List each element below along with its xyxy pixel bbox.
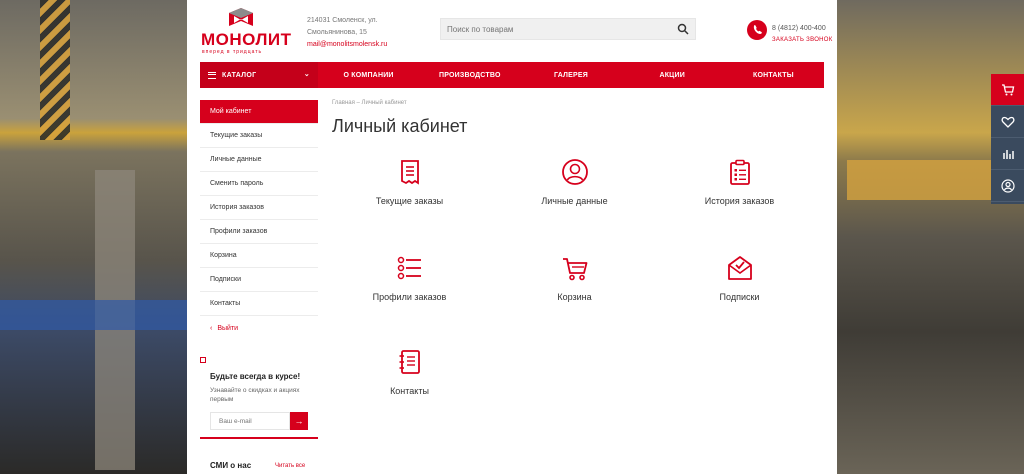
sidebar-item-contacts[interactable]: Контакты	[200, 292, 318, 316]
catalog-button[interactable]: КАТАЛОГ ⌄	[200, 62, 318, 88]
phone-icon[interactable]	[747, 20, 767, 40]
notebook-icon	[399, 350, 420, 374]
floating-compare-button[interactable]	[991, 138, 1024, 170]
logo[interactable]: МОНОЛИТ вперед в тридцать	[201, 8, 291, 55]
tile-current-orders[interactable]: Текущие заказы	[327, 158, 492, 206]
media-title: СМИ о нас	[210, 461, 252, 470]
sidebar-item-order-history[interactable]: История заказов	[200, 196, 318, 220]
envelope-icon	[727, 256, 752, 280]
email-field[interactable]	[210, 412, 290, 430]
tile-label: Подписки	[719, 292, 760, 302]
menu-icon	[208, 71, 216, 79]
heart-icon	[1001, 116, 1014, 128]
floating-favorites-button[interactable]	[991, 106, 1024, 138]
search-icon[interactable]	[677, 23, 689, 35]
address-line: Смольянинова, 15	[307, 29, 367, 36]
receipt-icon	[400, 160, 419, 185]
nav-item-gallery[interactable]: ГАЛЕРЕЯ	[520, 62, 621, 88]
tile-label: Личные данные	[541, 196, 608, 206]
user-icon	[1000, 178, 1015, 193]
clipboard-icon	[729, 159, 750, 185]
tile-label: Профили заказов	[372, 292, 447, 302]
tile-label: История заказов	[704, 196, 775, 206]
sidebar-item-subscriptions[interactable]: Подписки	[200, 268, 318, 292]
tile-label: Корзина	[557, 292, 592, 302]
email-link[interactable]: mail@monolitsmolensk.ru	[307, 39, 417, 51]
nav-item-about[interactable]: О КОМПАНИИ	[318, 62, 419, 88]
tile-subscriptions[interactable]: Подписки	[657, 254, 822, 302]
sidebar-item-cart[interactable]: Корзина	[200, 244, 318, 268]
media-read-all-link[interactable]: Читать все	[275, 463, 305, 469]
subscribe-block: Будьте всегда в курсе! Узнавайте о скидк…	[200, 357, 318, 439]
sidebar-item-current-orders[interactable]: Текущие заказы	[200, 124, 318, 148]
logo-tagline: вперед в тридцать	[202, 49, 263, 55]
address-line: 214031 Смоленск, ул.	[307, 17, 378, 24]
tile-label: Контакты	[390, 386, 429, 396]
nav-item-contacts[interactable]: КОНТАКТЫ	[723, 62, 824, 88]
logout-label: Выйти	[217, 324, 239, 332]
chevron-left-icon: ‹	[210, 324, 213, 332]
subscribe-text: Узнавайте о скидках и акциях первым	[210, 387, 300, 403]
cart-icon	[1001, 83, 1014, 95]
floating-cart-button[interactable]	[991, 74, 1024, 106]
subscribe-title: Будьте всегда в курсе!	[210, 372, 301, 381]
tile-cart[interactable]: Корзина	[492, 254, 657, 302]
nav-item-promos[interactable]: АКЦИИ	[622, 62, 723, 88]
main-nav: КАТАЛОГ ⌄ О КОМПАНИИ ПРОИЗВОДСТВО ГАЛЕРЕ…	[200, 62, 824, 88]
sidebar-item-personal-data[interactable]: Личные данные	[200, 148, 318, 172]
floating-account-button[interactable]	[991, 170, 1024, 202]
subscribe-marker-icon	[200, 357, 206, 363]
sidebar-item-cabinet[interactable]: Мой кабинет	[200, 100, 318, 124]
breadcrumb[interactable]: Главная – Личный кабинет	[332, 100, 407, 106]
tile-contacts[interactable]: Контакты	[327, 348, 492, 396]
tile-order-profiles[interactable]: Профили заказов	[327, 254, 492, 302]
background-beam	[40, 0, 70, 140]
search-input[interactable]	[441, 19, 661, 40]
tile-personal-data[interactable]: Личные данные	[492, 158, 657, 206]
sidebar-item-order-profiles[interactable]: Профили заказов	[200, 220, 318, 244]
cart-icon	[562, 258, 587, 281]
page-title: Личный кабинет	[332, 116, 468, 136]
callback-link[interactable]: ЗАКАЗАТЬ ЗВОНОК	[772, 37, 833, 43]
catalog-label: КАТАЛОГ	[222, 71, 257, 79]
search-box	[440, 18, 696, 40]
sidebar-menu: Мой кабинет Текущие заказы Личные данные…	[200, 100, 318, 340]
address-block: 214031 Смоленск, ул. Смольянинова, 15 ma…	[307, 15, 417, 51]
background-right	[837, 0, 1024, 474]
sidebar-item-logout[interactable]: ‹ Выйти	[200, 316, 318, 340]
phone-number[interactable]: 8 (4812) 400-400	[772, 25, 826, 32]
floating-panel	[991, 74, 1024, 204]
background-left	[0, 0, 187, 474]
chevron-down-icon: ⌄	[303, 71, 310, 78]
logo-text: МОНОЛИТ	[201, 30, 292, 49]
page-container: МОНОЛИТ вперед в тридцать 214031 Смоленс…	[187, 0, 837, 474]
bar-chart-icon	[1002, 149, 1014, 159]
user-icon	[561, 159, 588, 185]
nav-item-production[interactable]: ПРОИЗВОДСТВО	[419, 62, 520, 88]
tile-label: Текущие заказы	[375, 196, 444, 206]
tile-order-history[interactable]: История заказов	[657, 158, 822, 206]
sidebar-item-change-password[interactable]: Сменить пароль	[200, 172, 318, 196]
logo-mark-icon	[229, 8, 253, 26]
subscribe-button[interactable]: →	[290, 412, 308, 430]
list-icon	[397, 256, 421, 280]
background-crane	[0, 300, 187, 330]
